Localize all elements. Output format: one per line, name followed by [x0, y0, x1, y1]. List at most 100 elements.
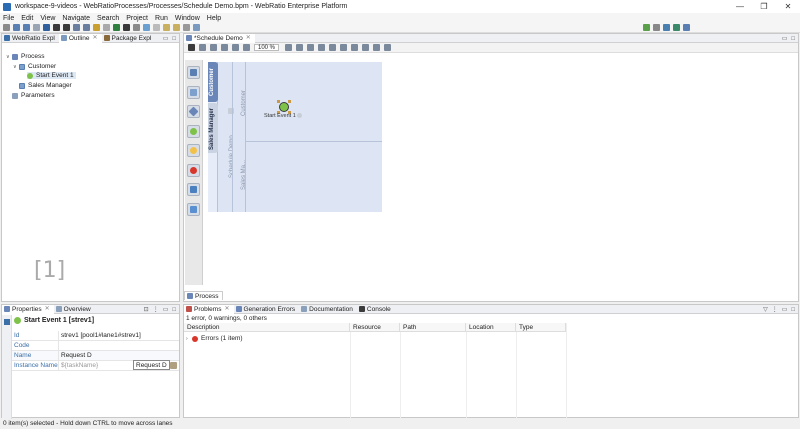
menu-edit[interactable]: Edit	[21, 15, 33, 22]
perspective-icon[interactable]	[643, 24, 650, 31]
deploy-icon[interactable]	[53, 24, 60, 31]
undo-icon[interactable]	[232, 44, 239, 51]
search-toolbar-icon[interactable]	[93, 24, 100, 31]
save-icon[interactable]	[13, 24, 20, 31]
pin-icon[interactable]: ⊡	[144, 306, 149, 313]
tab-outline[interactable]: Outline ✕	[58, 33, 102, 43]
generate-icon[interactable]	[43, 24, 50, 31]
zoom-reset-icon[interactable]	[318, 44, 326, 51]
tab-documentation[interactable]: Documentation	[299, 305, 357, 314]
tab-overview[interactable]: Overview	[54, 305, 95, 314]
tree-item-process[interactable]: ∨ Process	[6, 53, 44, 60]
menu-search[interactable]: Search	[97, 15, 119, 22]
distribute-icon[interactable]	[373, 44, 381, 51]
debug-icon[interactable]	[123, 24, 130, 31]
align-left-icon[interactable]	[340, 44, 348, 51]
menu-icon[interactable]: ⋮	[153, 306, 159, 313]
new-icon[interactable]	[3, 24, 10, 31]
run-icon[interactable]	[113, 24, 120, 31]
menu-icon[interactable]: ⋮	[772, 306, 778, 313]
palette-annotation-icon[interactable]	[187, 203, 200, 216]
tree-item-sales-manager[interactable]: Sales Manager	[19, 82, 72, 89]
general-icon[interactable]	[4, 319, 10, 325]
menu-view[interactable]: View	[40, 15, 55, 22]
open-type-icon[interactable]	[143, 24, 150, 31]
maximize-view-icon[interactable]: □	[172, 36, 176, 42]
menu-run[interactable]: Run	[155, 15, 168, 22]
maximize-view-icon[interactable]: □	[791, 307, 795, 313]
tree-item-parameters[interactable]: Parameters	[12, 92, 55, 99]
perspective-3-icon[interactable]	[663, 24, 670, 31]
nav-icon[interactable]	[103, 24, 110, 31]
problems-row-errors[interactable]: › Errors (1 item)	[186, 335, 243, 342]
close-button[interactable]: ✕	[776, 0, 800, 13]
filter-icon[interactable]	[193, 24, 200, 31]
column-type[interactable]: Type	[516, 323, 566, 332]
print-icon[interactable]	[33, 24, 40, 31]
selection-handle[interactable]	[277, 100, 280, 103]
zoom-select[interactable]: 100 %	[254, 44, 280, 51]
menu-file[interactable]: File	[3, 15, 14, 22]
redo-icon[interactable]	[243, 44, 250, 51]
palette-gateway-icon[interactable]	[187, 105, 200, 118]
palette-task-icon[interactable]	[187, 86, 200, 99]
align-middle-icon[interactable]	[362, 44, 370, 51]
menu-window[interactable]: Window	[175, 15, 200, 22]
minimize-view-icon[interactable]: ▭	[163, 306, 169, 313]
project-icon[interactable]	[63, 24, 70, 31]
tab-problems[interactable]: Problems ✕	[184, 304, 234, 314]
menu-navigate[interactable]: Navigate	[62, 15, 90, 22]
tab-webratio-explorer[interactable]: WebRatio Expl	[2, 34, 59, 43]
tab-generation-errors[interactable]: Generation Errors	[234, 305, 300, 314]
close-icon[interactable]: ✕	[224, 305, 229, 314]
perspective-5-icon[interactable]	[683, 24, 690, 31]
external-tools-icon[interactable]	[133, 24, 140, 31]
maximize-view-icon[interactable]: □	[791, 36, 795, 42]
forward-icon[interactable]	[173, 24, 180, 31]
tab-process[interactable]: Process	[184, 291, 224, 300]
close-icon[interactable]: ✕	[246, 34, 251, 43]
filter-icon[interactable]: ▽	[763, 306, 768, 313]
marquee-tool-icon[interactable]	[199, 44, 206, 51]
layout-icon[interactable]	[83, 24, 90, 31]
layout-icon[interactable]	[384, 44, 392, 51]
annotation-icon[interactable]	[153, 24, 160, 31]
column-description[interactable]: Description	[184, 323, 350, 332]
selection-handle[interactable]	[288, 100, 291, 103]
menu-project[interactable]: Project	[126, 15, 148, 22]
minimize-button[interactable]: —	[728, 0, 752, 13]
palette-intermediate-event-icon[interactable]	[187, 144, 200, 157]
tree-item-start-event[interactable]: Start Event 1	[27, 72, 76, 79]
palette-pool-icon[interactable]	[187, 66, 200, 79]
tab-properties[interactable]: Properties ✕	[2, 304, 54, 314]
perspective-2-icon[interactable]	[653, 24, 660, 31]
tree-item-customer[interactable]: ∨ Customer	[13, 63, 56, 70]
align-center-icon[interactable]	[351, 44, 359, 51]
close-icon[interactable]: ✕	[45, 305, 50, 314]
column-location[interactable]: Location	[466, 323, 516, 332]
zoom-out-icon[interactable]	[296, 44, 304, 51]
perspective-4-icon[interactable]	[673, 24, 680, 31]
minimize-view-icon[interactable]: ▭	[782, 306, 788, 313]
edit-icon[interactable]	[170, 362, 177, 369]
palette-end-event-icon[interactable]	[187, 164, 200, 177]
maximize-view-icon[interactable]: □	[172, 307, 176, 313]
select-tool-icon[interactable]	[188, 44, 195, 51]
zoom-area-icon[interactable]	[329, 44, 337, 51]
maximize-button[interactable]: ❐	[752, 0, 776, 13]
minimize-view-icon[interactable]: ▭	[163, 35, 169, 42]
tab-package-explorer[interactable]: Package Expl	[102, 34, 156, 43]
zoom-in-icon[interactable]	[285, 44, 293, 51]
menu-help[interactable]: Help	[207, 15, 221, 22]
tab-console[interactable]: Console	[357, 305, 395, 314]
palette-start-event-icon[interactable]	[187, 125, 200, 138]
save-all-icon[interactable]	[23, 24, 30, 31]
hand-tool-icon[interactable]	[210, 44, 217, 51]
back-icon[interactable]	[163, 24, 170, 31]
tab-schedule-demo[interactable]: *Schedule Demo ✕	[184, 33, 255, 43]
pin-icon[interactable]	[183, 24, 190, 31]
name-field[interactable]: Request D	[58, 350, 179, 361]
close-icon[interactable]: ✕	[92, 34, 97, 43]
column-path[interactable]: Path	[400, 323, 466, 332]
minimize-view-icon[interactable]: ▭	[782, 35, 788, 42]
